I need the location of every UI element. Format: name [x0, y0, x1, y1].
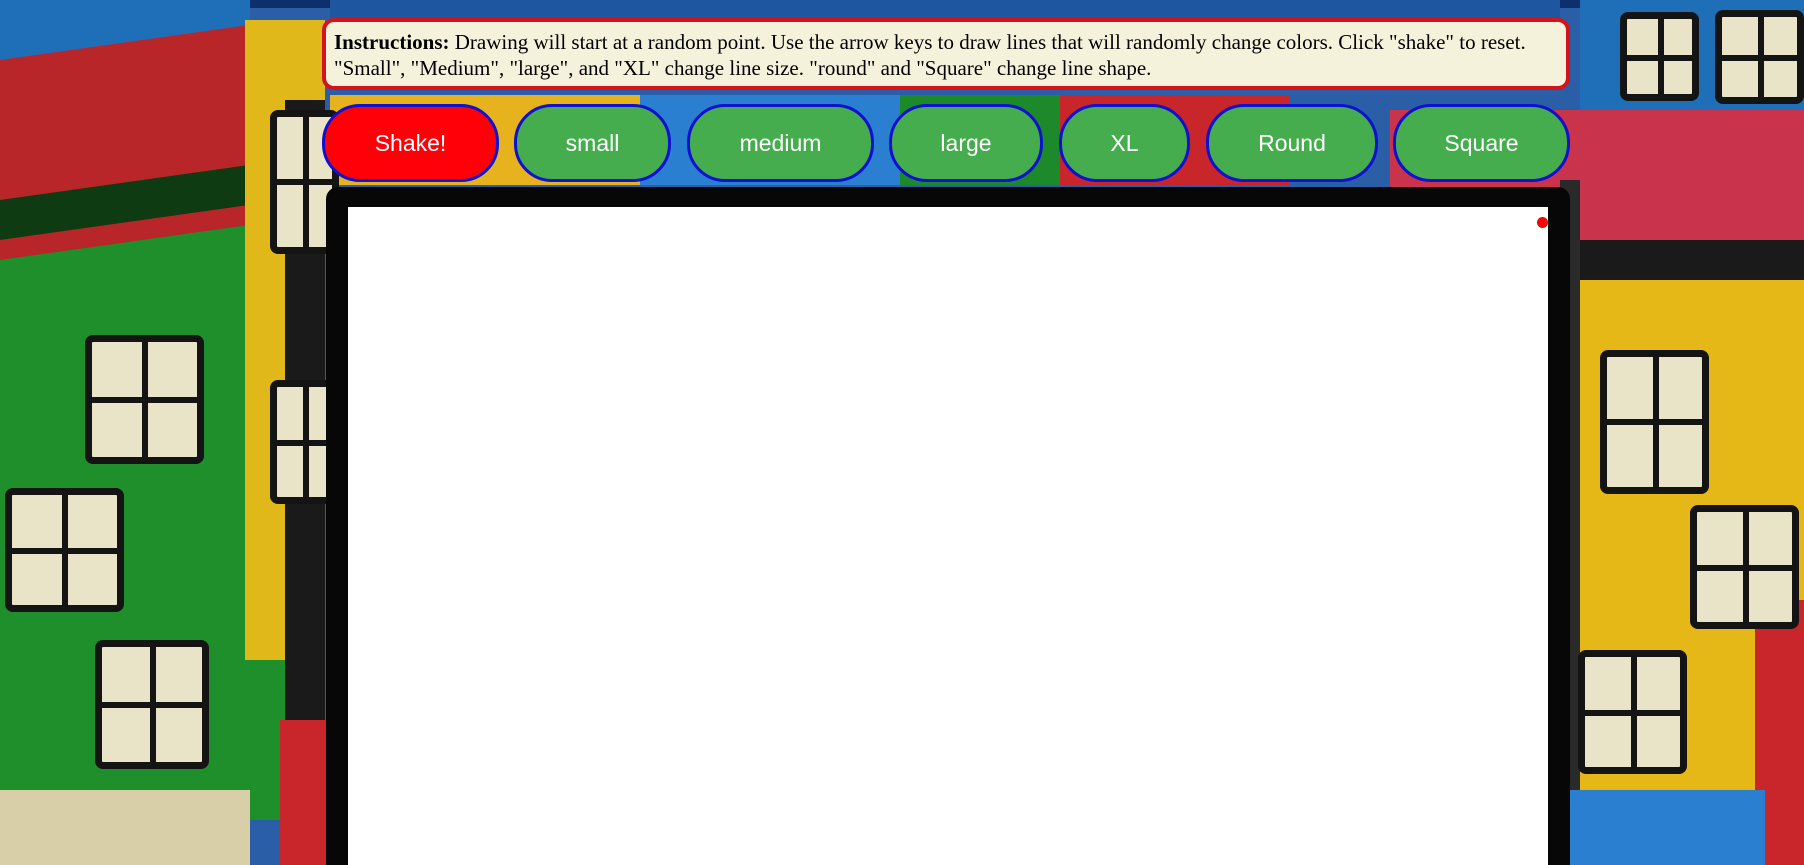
- round-button[interactable]: Round: [1206, 104, 1378, 182]
- drawing-canvas[interactable]: [348, 207, 1548, 865]
- window-icon: [1715, 10, 1804, 104]
- background-ground: [0, 790, 250, 865]
- background-blue-bottom: [1565, 790, 1765, 865]
- window-icon: [95, 640, 209, 769]
- canvas-frame: [326, 187, 1570, 865]
- square-button[interactable]: Square: [1393, 104, 1570, 182]
- small-button[interactable]: small: [514, 104, 671, 182]
- shake-button[interactable]: Shake!: [322, 104, 499, 182]
- window-icon: [5, 488, 124, 612]
- background-roof-band-right: [1565, 240, 1804, 280]
- window-icon: [1600, 350, 1709, 494]
- page: Instructions: Drawing will start at a ra…: [0, 0, 1804, 865]
- instructions-text: Drawing will start at a random point. Us…: [334, 30, 1526, 80]
- pen-cursor-dot: [1537, 217, 1548, 228]
- instructions-label: Instructions:: [334, 30, 450, 54]
- window-icon: [1578, 650, 1687, 774]
- window-icon: [1620, 12, 1699, 101]
- medium-button[interactable]: medium: [687, 104, 874, 182]
- large-button[interactable]: large: [889, 104, 1043, 182]
- instructions-box: Instructions: Drawing will start at a ra…: [322, 18, 1570, 90]
- window-icon: [85, 335, 204, 464]
- window-icon: [1690, 505, 1799, 629]
- background-red-block: [280, 720, 330, 865]
- xl-button[interactable]: XL: [1059, 104, 1190, 182]
